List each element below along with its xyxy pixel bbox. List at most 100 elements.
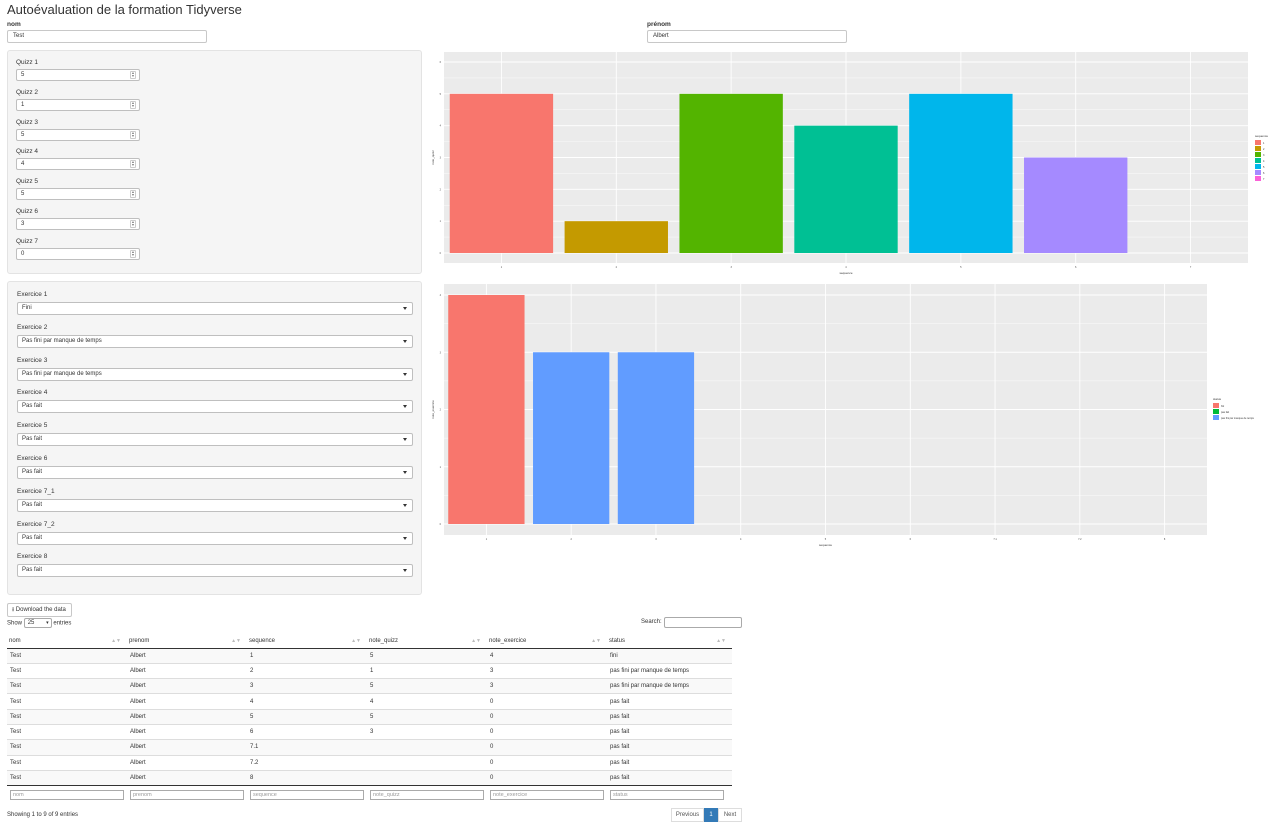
quizz-5-input[interactable]: 5 ▲ ▼ — [16, 188, 140, 201]
column-header-nom[interactable]: nom ▲▼ — [7, 634, 127, 649]
table-cell — [367, 769, 487, 786]
spinner-icon[interactable]: ▲ ▼ — [130, 160, 136, 169]
exercice-label: Exercice 2 — [17, 323, 48, 331]
column-filter-input[interactable]: sequence — [250, 790, 364, 801]
quizz-6-input[interactable]: 3 ▲ ▼ — [16, 218, 140, 230]
column-header-note_quizz[interactable]: note_quizz ▲▼ — [367, 634, 487, 649]
y-tick-label: 4 — [440, 294, 442, 297]
spinner-icon[interactable]: ▲ ▼ — [130, 249, 136, 258]
quizz-3-input[interactable]: 5 ▲ ▼ — [16, 128, 140, 141]
table-cell: 0 — [487, 754, 607, 771]
legend-label: pas fait — [1221, 411, 1229, 414]
filter-cell: nom — [7, 785, 127, 802]
column-header-status[interactable]: status ▲▼ — [607, 634, 732, 649]
y-tick-label: 1 — [440, 466, 442, 469]
filter-cell: sequence — [247, 785, 367, 802]
table-info: Showing 1 to 9 of 9 entries — [7, 812, 79, 818]
column-header-note_exercice[interactable]: note_exercice ▲▼ — [487, 634, 607, 649]
table-cell: pas fait — [607, 693, 732, 710]
prenom-input[interactable]: Albert — [647, 30, 847, 43]
column-filter-input[interactable]: note_quizz — [370, 790, 484, 801]
bar-2 — [564, 221, 668, 253]
legend-title: sequence — [1255, 134, 1268, 138]
spinner-icon[interactable]: ▲ ▼ — [130, 100, 136, 109]
table-cell: 3 — [367, 723, 487, 740]
filter-cell: note_quizz — [367, 785, 487, 802]
exercice-value: Pas fait — [22, 436, 43, 443]
exercice-5-select[interactable]: Pas fait — [17, 433, 413, 447]
exercice-8-select[interactable]: Pas fait — [17, 531, 413, 545]
next-button[interactable]: Next — [718, 808, 742, 822]
filter-row: nom prenom sequence note_quizz note_exercice… — [7, 785, 732, 802]
y-tick-label: 1 — [440, 220, 442, 223]
y-tick-label: 0 — [440, 252, 442, 255]
column-filter-input[interactable]: status — [610, 790, 724, 801]
quizz-4-input[interactable]: 4 ▲ ▼ — [16, 158, 140, 171]
legend-label: 7 — [1263, 178, 1265, 181]
spinner-icon[interactable]: ▲ ▼ — [130, 71, 136, 79]
table-row[interactable]: Test Albert 6 3 0 pas fait — [7, 723, 732, 740]
quizz-label: Quizz 5 — [16, 178, 39, 186]
spinner-icon[interactable]: ▲ ▼ — [130, 220, 136, 228]
quizz-1-input[interactable]: 5 ▲ ▼ — [16, 69, 140, 81]
table-row[interactable]: Test Albert 5 5 0 pas fait — [7, 708, 732, 725]
table-row[interactable]: Test Albert 7.1 0 pas fait — [7, 739, 732, 756]
legend-swatch — [1255, 152, 1261, 157]
table-row[interactable]: Test Albert 1 5 4 fini — [7, 647, 732, 664]
quizz-label: Quizz 1 — [16, 59, 39, 66]
length-value: 25 — [27, 620, 35, 626]
quizz-panel: Quizz 1 5 ▲ ▼ Quizz 2 1 ▲ ▼ Quizz 3 5 ▲ ▼ Quizz 4 4 ▲ ▼… — [7, 50, 422, 274]
table-row[interactable]: Test Albert 4 4 0 pas fait — [7, 693, 732, 710]
nom-input[interactable]: Test — [7, 30, 207, 43]
spinner-icon[interactable]: ▲ ▼ — [130, 130, 136, 139]
y-tick-label: 5 — [440, 93, 442, 96]
length-select[interactable]: 25 ▾ — [23, 618, 52, 628]
exercice-7-select[interactable]: Pas fait — [17, 498, 413, 512]
table-cell: 3 — [487, 678, 607, 694]
table-row[interactable]: Test Albert 2 1 3 pas fini par manque de temp… — [7, 662, 732, 679]
quizz-7-input[interactable]: 0 ▲ ▼ — [16, 247, 140, 260]
exercice-2-select[interactable]: Pas fini par manque de temps — [17, 334, 413, 348]
exercice-value: Pas fait — [22, 501, 43, 508]
prenom-label: prénom — [647, 21, 671, 28]
table-row[interactable]: Test Albert 8 0 pas fait — [7, 769, 732, 786]
column-header-label: note_exercice — [489, 637, 527, 644]
app-title: Autoévaluation de la formation Tidyverse — [7, 2, 242, 17]
table-cell: Test — [7, 647, 127, 664]
quizz-value: 5 — [21, 131, 25, 138]
download-button[interactable]: ⭳ Download the data — [7, 603, 72, 617]
exercice-label: Exercice 8 — [17, 553, 48, 561]
spinner-icon[interactable]: ▲ ▼ — [130, 190, 136, 199]
bar-5 — [909, 93, 1013, 253]
quizz-2-input[interactable]: 1 ▲ ▼ — [16, 98, 140, 111]
page-1-button[interactable]: 1 — [704, 808, 718, 822]
x-tick-label: 4 — [740, 538, 742, 541]
x-tick-label: 5 — [960, 266, 962, 269]
column-filter-input[interactable]: prenom — [130, 790, 244, 801]
data-table: nom ▲▼ prenom ▲▼ sequence ▲▼ note_quizz ▲▼ note_… — [7, 634, 732, 802]
previous-button[interactable]: Previous — [671, 808, 704, 822]
legend-swatch — [1255, 140, 1261, 145]
y-tick-label: 2 — [440, 188, 442, 191]
exercice-4-select[interactable]: Pas fait — [17, 400, 413, 414]
table-row[interactable]: Test Albert 7.2 0 pas fait — [7, 754, 732, 771]
exercice-9-select[interactable]: Pas fait — [17, 564, 413, 578]
exercice-3-select[interactable]: Pas fini par manque de temps — [17, 367, 413, 381]
exercice-label: Exercice 1 — [17, 291, 48, 298]
y-axis-label: note_quizz — [431, 150, 435, 165]
y-tick-label: 4 — [440, 125, 442, 128]
table-row[interactable]: Test Albert 3 5 3 pas fini par manque de temp… — [7, 678, 732, 694]
column-header-prenom[interactable]: prenom ▲▼ — [127, 634, 247, 649]
column-header-sequence[interactable]: sequence ▲▼ — [247, 634, 367, 649]
y-tick-label: 3 — [440, 351, 442, 354]
table-header-row: nom ▲▼ prenom ▲▼ sequence ▲▼ note_quizz ▲▼ note_… — [7, 634, 732, 649]
caret-down-icon — [403, 569, 407, 573]
column-filter-input[interactable]: note_exercice — [490, 790, 604, 801]
search-input[interactable] — [664, 617, 742, 628]
filter-cell: status — [607, 785, 732, 802]
legend-label: fini — [1221, 405, 1225, 408]
column-filter-input[interactable]: nom — [10, 790, 124, 801]
exercice-6-select[interactable]: Pas fait — [17, 466, 413, 479]
legend-label: 4 — [1263, 160, 1265, 163]
exercice-1-select[interactable]: Fini — [17, 302, 413, 315]
